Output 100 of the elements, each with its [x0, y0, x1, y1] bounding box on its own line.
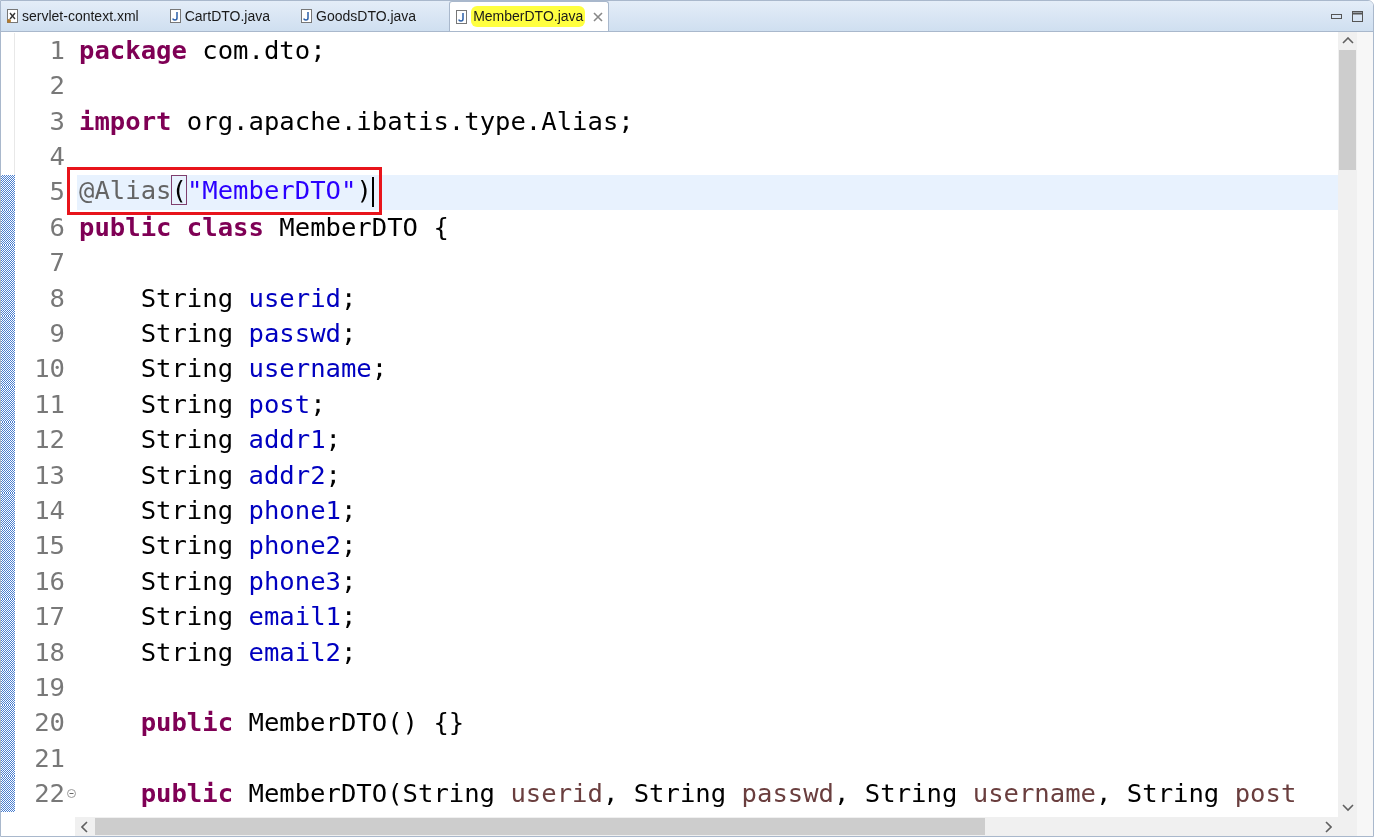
matching-bracket: ( [171, 175, 187, 206]
code-text: org.apache.ibatis.type.Alias; [185, 105, 634, 136]
code-text: ; [325, 424, 341, 455]
code-text: ; [340, 530, 357, 561]
line-number: 15 [34, 530, 65, 561]
code-text: ; [340, 318, 357, 348]
close-icon[interactable] [593, 11, 604, 22]
code-text: MemberDTO(String [247, 778, 497, 809]
code-text: phone3 [248, 565, 341, 596]
code-text: ; [371, 353, 388, 384]
editor-tab[interactable]: servlet-context.xml [1, 1, 144, 31]
xml-file-icon [6, 9, 18, 23]
code-text: String [140, 601, 235, 632]
line-number: 8 [49, 282, 65, 313]
code-text: public [140, 778, 234, 809]
code-text: ; [340, 565, 357, 596]
code-text: username [972, 778, 1096, 809]
code-text: MemberDTO() {} [247, 707, 465, 738]
code-text: ) [356, 175, 372, 206]
line-number: 16 [34, 565, 65, 596]
code-text: String [140, 459, 235, 490]
code-text: userid [510, 778, 603, 809]
code-text: String [140, 494, 235, 525]
line-number: 17 [34, 601, 65, 632]
line-number: 6 [49, 211, 65, 242]
line-number: 2 [49, 70, 65, 101]
code-text: String [140, 530, 235, 561]
code-text: String [140, 424, 235, 455]
scroll-up-icon[interactable] [1341, 37, 1354, 45]
line-number: 22 [34, 778, 65, 809]
line-number: 18 [34, 636, 65, 667]
line-number: 3 [49, 105, 65, 136]
vertical-scrollbar[interactable] [1338, 32, 1357, 836]
code-text: ; [325, 459, 341, 490]
editor-tab[interactable]: GoodsDTO.java [295, 1, 422, 31]
java-file-icon [300, 9, 313, 23]
line-number: 12 [34, 424, 65, 455]
code-text: import [79, 105, 172, 136]
code-text: package [79, 34, 187, 65]
code-text: public [140, 707, 234, 738]
code-text: ; [340, 494, 357, 525]
code-text: phone2 [248, 530, 341, 561]
maximize-icon[interactable] [1352, 10, 1363, 22]
tab-label: CartDTO.java [184, 6, 271, 26]
tab-label: MemberDTO.java [471, 6, 586, 27]
code-text: ; [340, 282, 357, 313]
code-text: addr1 [248, 424, 326, 455]
scroll-left-icon[interactable] [81, 820, 89, 833]
code-text: "MemberDTO" [186, 175, 357, 206]
java-file-icon [455, 9, 468, 24]
line-number: 4 [49, 141, 65, 172]
code-text: @Alias [79, 175, 172, 206]
code-text: String [140, 282, 235, 313]
code-text: , String [1096, 778, 1221, 809]
code-text: , String [834, 778, 959, 809]
scroll-down-icon[interactable] [1341, 804, 1354, 812]
line-number: 10 [34, 353, 65, 384]
code-text: email2 [248, 636, 341, 667]
code-text: com.dto; [201, 34, 326, 65]
line-number: 5 [49, 176, 65, 207]
code-text: public class [79, 211, 264, 242]
code-text: post [1234, 778, 1297, 809]
fold-icon[interactable] [66, 789, 76, 799]
line-number: 13 [34, 459, 65, 490]
line-number: 7 [49, 247, 65, 278]
code-text: ; [310, 388, 326, 419]
code-text: String [140, 636, 235, 667]
code-text: passwd [741, 778, 835, 809]
code-text: userid [248, 282, 341, 313]
scroll-right-icon[interactable] [1324, 820, 1332, 833]
code-text: passwd [248, 318, 341, 348]
code-text: username [248, 353, 372, 384]
code-text: phone1 [248, 494, 341, 525]
line-number: 11 [34, 388, 65, 419]
horizontal-scrollbar[interactable] [75, 817, 1338, 836]
editor-tab[interactable]: MemberDTO.java [449, 1, 610, 31]
code-text: String [140, 388, 235, 419]
code-text: String [140, 318, 235, 348]
code-text: MemberDTO { [278, 211, 449, 242]
code-text: ; [340, 636, 357, 667]
line-number: 1 [49, 34, 65, 65]
line-number: 21 [34, 742, 65, 773]
scrollbar-thumb[interactable] [1339, 50, 1356, 170]
line-number: 14 [34, 494, 65, 525]
code-text: ; [340, 601, 357, 632]
code-text: post [248, 388, 311, 419]
editor-tab[interactable]: CartDTO.java [163, 1, 276, 31]
code-text: String [140, 353, 235, 384]
line-number: 19 [34, 671, 65, 702]
code-text: email1 [248, 601, 341, 632]
scrollbar-thumb[interactable] [95, 818, 985, 835]
java-file-icon [168, 9, 181, 23]
line-number: 9 [49, 318, 65, 348]
code-text: , String [602, 778, 728, 809]
tab-label: servlet-context.xml [22, 6, 139, 26]
line-number: 20 [34, 707, 65, 738]
code-text: String [140, 565, 235, 596]
code-text: addr2 [248, 459, 326, 490]
minimize-icon[interactable] [1331, 13, 1342, 19]
tab-label: GoodsDTO.java [316, 6, 417, 26]
